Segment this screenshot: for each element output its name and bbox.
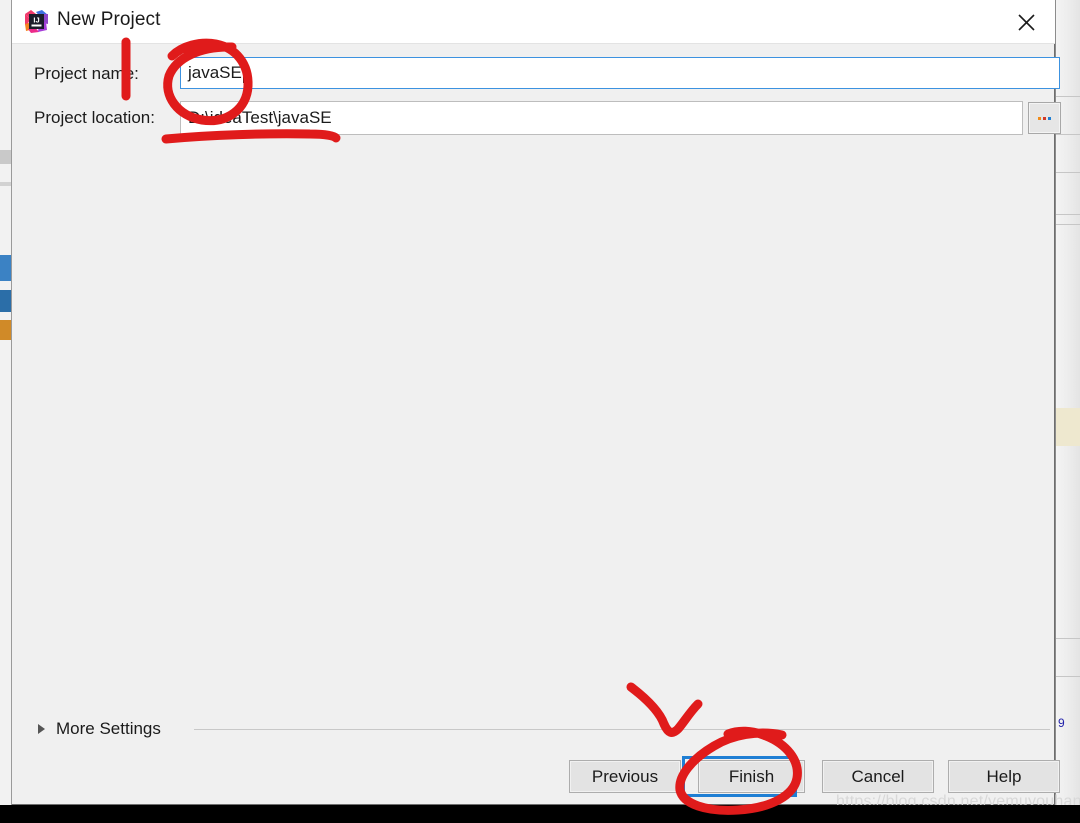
dialog-titlebar: IJ New Project: [12, 0, 1055, 44]
project-name-label: Project name:: [34, 64, 139, 83]
project-name-value: javaSE: [188, 63, 242, 82]
project-location-value: D:\ideaTest\javaSE: [188, 108, 332, 127]
background-ide-line: [1056, 224, 1080, 225]
finish-button[interactable]: Finish: [698, 760, 805, 793]
background-ide-left-strip: [0, 0, 12, 805]
screen-root: 9 IJ New Project Project name: javaSE Pr…: [0, 0, 1080, 823]
background-ide-code-text: 9: [1058, 716, 1065, 730]
background-ide-line: [1056, 96, 1080, 97]
intellij-idea-icon: IJ: [25, 10, 48, 33]
project-name-input[interactable]: javaSE: [180, 57, 1060, 89]
background-ide-segment: [0, 182, 11, 186]
bottom-black-bar: [0, 805, 1080, 823]
text-caret: [242, 63, 244, 83]
close-icon[interactable]: [997, 0, 1055, 44]
background-ide-line: [1056, 134, 1080, 135]
ellipsis-dot-icon: [1048, 116, 1051, 120]
more-settings-toggle[interactable]: More Settings: [38, 717, 161, 741]
ellipsis-dot-icon: [1038, 116, 1041, 120]
help-button[interactable]: Help: [948, 760, 1060, 793]
ellipsis-dot-icon: [1043, 116, 1046, 120]
background-ide-segment: [0, 290, 11, 312]
new-project-dialog: IJ New Project Project name: javaSE Proj…: [12, 0, 1061, 805]
svg-text:IJ: IJ: [33, 15, 39, 24]
more-settings-separator: [194, 729, 1050, 730]
project-location-input[interactable]: D:\ideaTest\javaSE: [180, 101, 1023, 135]
chevron-right-icon: [38, 724, 45, 734]
project-location-label: Project location:: [34, 108, 155, 127]
previous-button[interactable]: Previous: [569, 760, 681, 793]
background-ide-line: [1056, 214, 1080, 215]
background-ide-line: [1056, 172, 1080, 173]
background-ide-segment: [0, 150, 11, 164]
background-ide-segment: [0, 255, 11, 281]
dialog-title: New Project: [57, 9, 161, 30]
cancel-button[interactable]: Cancel: [822, 760, 934, 793]
background-ide-highlight: [1056, 408, 1080, 446]
more-settings-label: More Settings: [56, 719, 161, 738]
background-ide-segment: [0, 320, 11, 340]
background-ide-line: [1056, 676, 1080, 677]
browse-folder-button[interactable]: [1028, 102, 1061, 134]
background-ide-line: [1056, 638, 1080, 639]
